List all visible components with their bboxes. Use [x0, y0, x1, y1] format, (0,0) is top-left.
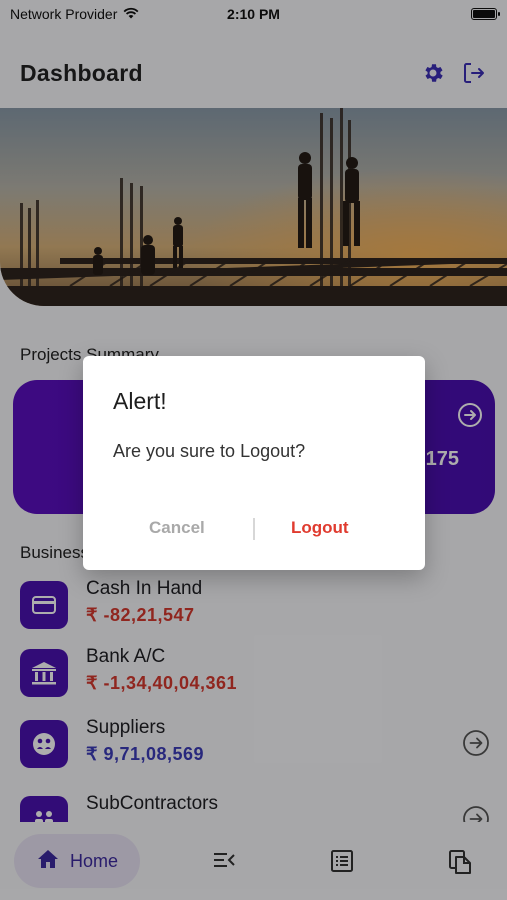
- logout-button[interactable]: Logout: [291, 518, 349, 538]
- logout-alert-dialog: Alert! Are you sure to Logout? Cancel Lo…: [83, 356, 425, 570]
- dialog-title: Alert!: [113, 388, 167, 414]
- app-screen: Network Provider 2:10 PM Dashboard Proje…: [0, 0, 507, 900]
- dialog-actions: Cancel Logout: [83, 514, 425, 548]
- button-divider: [253, 518, 255, 540]
- dialog-message: Are you sure to Logout?: [113, 441, 306, 461]
- cancel-button[interactable]: Cancel: [149, 518, 205, 538]
